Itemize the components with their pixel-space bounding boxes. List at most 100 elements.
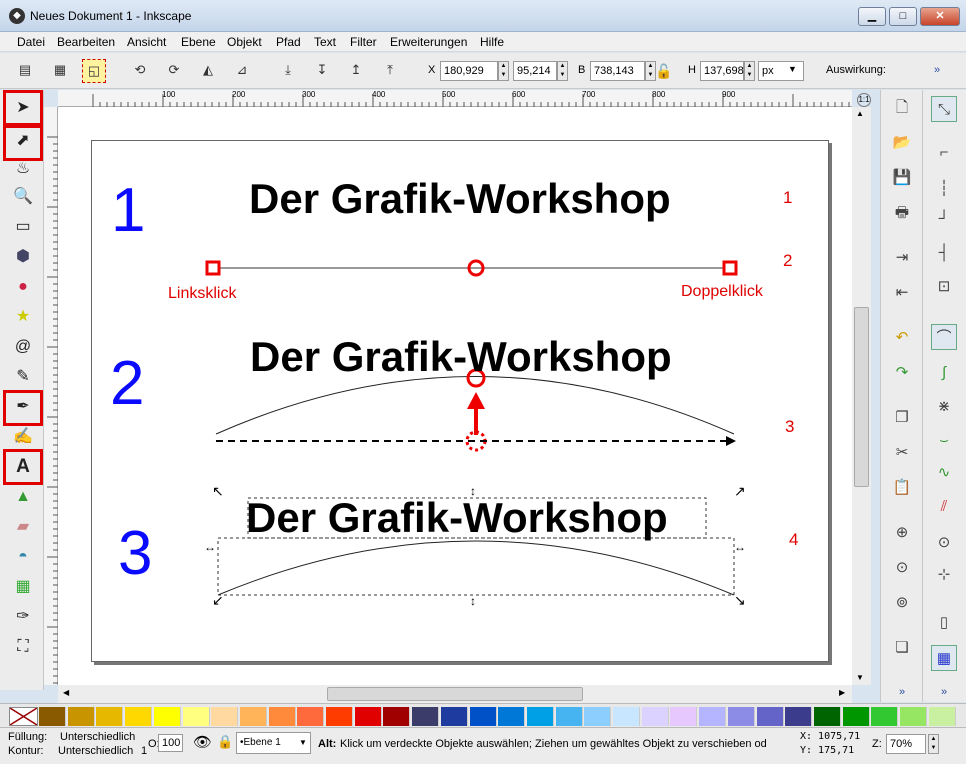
menu-filter[interactable]: Filter [350,35,377,49]
vertical-scrollbar[interactable]: ▲ ▼ [852,107,871,685]
color-swatch[interactable] [641,707,669,726]
headline-3[interactable]: Der Grafik-Workshop [246,494,668,542]
snap-bbox-icon[interactable]: ⌐ [931,140,957,166]
color-swatch[interactable] [412,707,440,726]
snap-bbox-center-icon[interactable]: ⊡ [931,274,957,300]
connector-tool-icon[interactable]: ⛶ [10,634,36,660]
color-swatch[interactable] [268,707,296,726]
rotate-ccw-icon[interactable]: ⟲ [128,59,152,83]
scroll-right-icon[interactable]: ▶ [839,688,845,697]
flip-vertical-icon[interactable]: ⊿ [230,59,254,83]
horizontal-ruler[interactable]: 100 200 300 400 500 600 700 800 900 [58,90,852,107]
3d-box-tool-icon[interactable]: ⬢ [10,244,36,270]
pencil-tool-icon[interactable]: ✎ [10,364,36,390]
layer-dropdown-icon[interactable]: ▼ [299,738,307,747]
b-field[interactable]: 738,143 [590,61,645,81]
snap-rotation-center-icon[interactable]: ⊹ [931,562,957,588]
menu-datei[interactable]: Datei [17,35,45,49]
duplicate-icon[interactable]: ❐ [889,405,915,431]
color-swatch[interactable] [383,707,411,726]
minimize-button[interactable]: ▁ [858,7,886,26]
color-swatch[interactable] [153,707,181,726]
snap-enable-icon[interactable]: ⤡ [931,96,957,122]
menu-hilfe[interactable]: Hilfe [480,35,504,49]
color-swatch[interactable] [842,707,870,726]
maximize-button[interactable]: □ [889,7,917,26]
color-swatch[interactable] [555,707,583,726]
dropper-tool-icon[interactable]: ✑ [10,604,36,630]
zoom-field[interactable]: 70% [886,734,926,754]
stroke-value[interactable]: Unterschiedlich [58,745,133,757]
snap-grid-icon[interactable]: ▦ [931,645,957,671]
color-swatch[interactable] [211,707,239,726]
snap-midpoint-icon[interactable]: ⫽ [931,494,957,520]
menu-bearbeiten[interactable]: Bearbeiten [57,35,115,49]
spray-tool-icon[interactable]: ▲ [10,484,36,510]
cut-icon[interactable]: ✂ [889,440,915,466]
zoom-1to1-icon[interactable]: 1:1 [857,93,871,107]
color-swatch[interactable] [354,707,382,726]
paste-icon[interactable]: 📋 [889,475,915,501]
zoom-tool-icon[interactable]: 🔍 [10,184,36,210]
snap-bbox-corner-icon[interactable]: ┘ [931,206,957,232]
zoom-selection-icon[interactable]: ⊕ [889,520,915,546]
y-spinner[interactable]: ▲ ▼ [557,61,568,81]
stroke-width-value[interactable]: 1 [141,745,147,757]
deselect-icon[interactable]: ◱ [82,59,106,83]
headline-1[interactable]: Der Grafik-Workshop [249,175,671,223]
visibility-eye-icon[interactable]: 👁 [193,733,212,751]
color-swatch[interactable] [125,707,153,726]
spiral-tool-icon[interactable]: @ [10,334,36,360]
fill-value[interactable]: Unterschiedlich [60,731,135,743]
no-paint-swatch[interactable] [9,707,38,726]
color-swatch[interactable] [96,707,124,726]
color-swatch[interactable] [785,707,813,726]
menu-ebene[interactable]: Ebene [181,35,216,49]
color-swatch[interactable] [756,707,784,726]
snap-bbox-edge-icon[interactable]: ┆ [931,176,957,202]
color-swatch[interactable] [182,707,210,726]
snap-smooth-icon[interactable]: ∿ [931,460,957,486]
snap-intersection-icon[interactable]: ⋇ [931,394,957,420]
vertical-ruler[interactable] [44,107,58,685]
menu-ansicht[interactable]: Ansicht [127,35,166,49]
commands-overflow-icon[interactable]: » [899,686,905,698]
select-all-icon[interactable]: ▤ [13,59,37,83]
h-field[interactable]: 137,698 [700,61,744,81]
color-swatch[interactable] [440,707,468,726]
color-swatch[interactable] [871,707,899,726]
raise-icon[interactable]: ↥ [344,59,368,83]
color-swatch[interactable] [670,707,698,726]
calligraphy-tool-icon[interactable]: ✍ [10,424,36,450]
undo-icon[interactable]: ↶ [889,325,915,351]
lower-icon[interactable]: ↧ [310,59,334,83]
save-icon[interactable]: 💾 [889,165,915,191]
color-swatch[interactable] [498,707,526,726]
export-icon[interactable]: ⇤ [889,280,915,306]
layers-icon[interactable]: ❏ [889,635,915,661]
gradient-tool-icon[interactable]: ▦ [10,574,36,600]
color-swatch[interactable] [469,707,497,726]
redo-icon[interactable]: ↷ [889,360,915,386]
snap-bbox-midpoint-icon[interactable]: ┤ [931,240,957,266]
star-tool-icon[interactable]: ★ [10,304,36,330]
y-field[interactable]: 95,214 [513,61,557,81]
x-spinner[interactable]: ▲ ▼ [498,61,509,81]
color-swatch[interactable] [900,707,927,726]
rectangle-tool-icon[interactable]: ▭ [10,214,36,240]
paint-bucket-tool-icon[interactable]: ◓ [10,544,36,570]
lock-icon[interactable]: 🔓 [655,63,672,80]
color-swatch[interactable] [727,707,755,726]
color-swatch[interactable] [326,707,353,726]
color-swatch[interactable] [39,707,66,726]
layer-lock-icon[interactable]: 🔒 [217,734,233,750]
print-icon[interactable]: 🖶 [889,200,915,226]
color-swatch[interactable] [928,707,956,726]
color-swatch[interactable] [526,707,554,726]
horizontal-scroll-thumb[interactable] [327,687,583,701]
snap-page-border-icon[interactable]: ▯ [931,610,957,636]
color-swatch[interactable] [813,707,841,726]
new-document-icon[interactable]: 🗋 [889,95,915,121]
ellipse-tool-icon[interactable]: ● [10,274,36,300]
snap-path-icon[interactable]: ∫ [931,360,957,386]
